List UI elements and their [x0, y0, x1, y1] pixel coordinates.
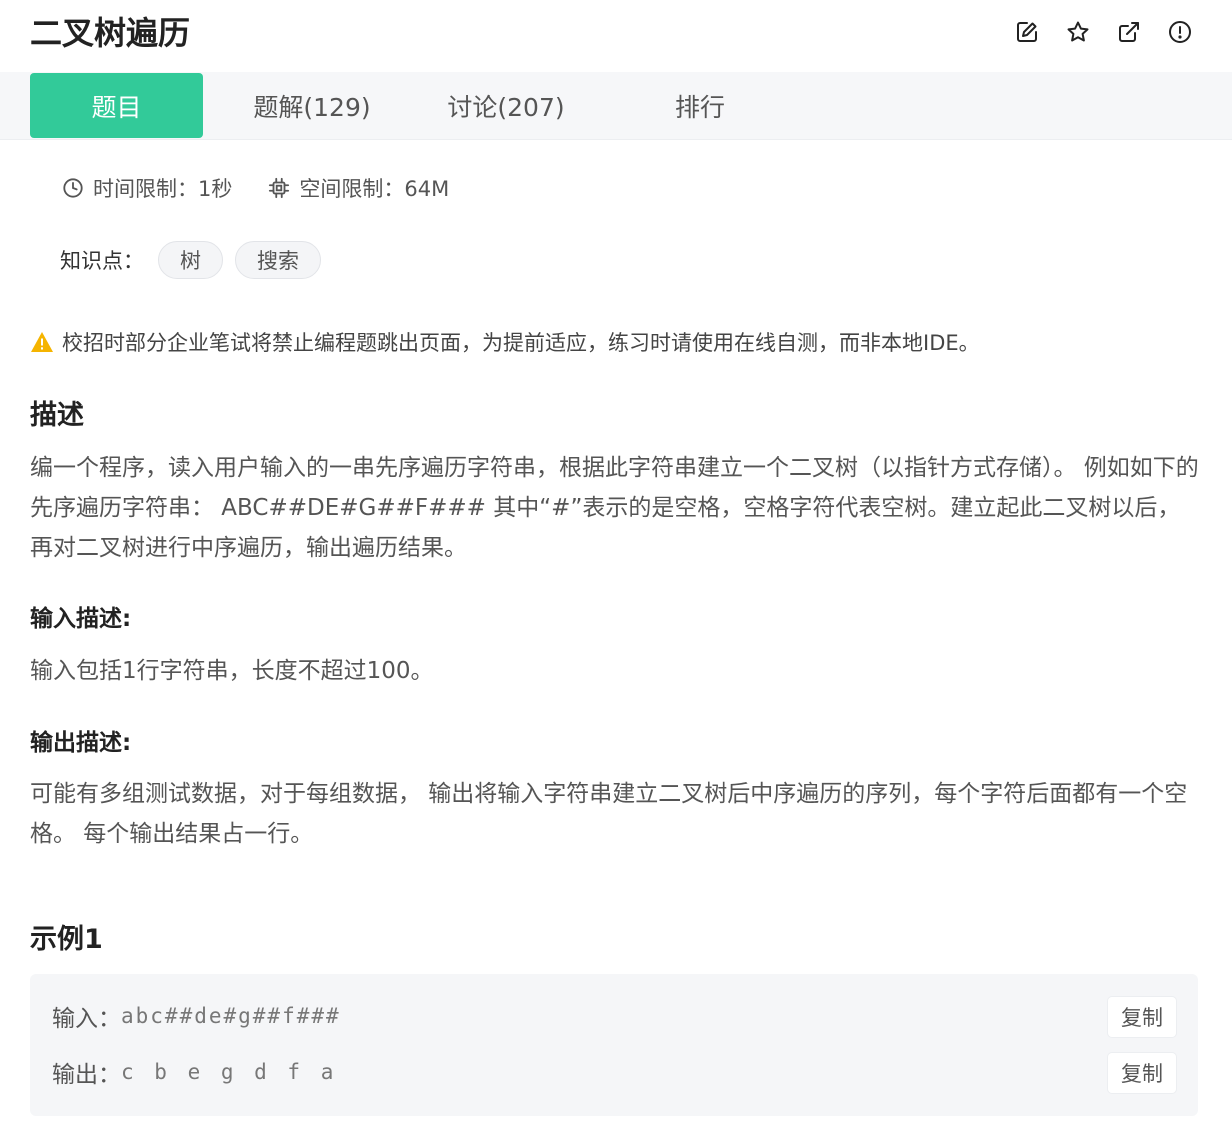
tab-bar: 题目 题解(129) 讨论(207) 排行: [0, 72, 1232, 140]
output-desc-title: 输出描述:: [30, 730, 132, 756]
chip-icon: [269, 177, 290, 199]
clock-icon: [63, 178, 83, 198]
warning-icon: [31, 332, 53, 352]
time-limit-text: 时间限制：1秒: [93, 177, 233, 201]
time-limit: 时间限制：1秒: [62, 173, 232, 203]
knowledge-points: 知识点： 树 搜索: [60, 240, 333, 280]
external-link-icon[interactable]: [1117, 18, 1141, 46]
tab-problem[interactable]: 题目: [30, 73, 203, 138]
example-output-label: 输出：: [52, 1062, 121, 1088]
header: 二叉树遍历: [0, 0, 1232, 72]
example-input-label: 输入：: [52, 1006, 121, 1032]
description-text: 编一个程序，读入用户输入的一串先序遍历字符串，根据此字符串建立一个二叉树（以指针…: [30, 455, 1199, 561]
example-title: 示例1: [30, 924, 103, 955]
input-desc-title: 输入描述:: [30, 606, 132, 632]
example-output-row: 输出： c b e g d f a: [52, 1052, 337, 1092]
edit-icon[interactable]: [1015, 18, 1039, 46]
limits-row: 时间限制：1秒 空间限制：64M: [62, 172, 449, 204]
tab-discussion[interactable]: 讨论(207): [428, 73, 584, 138]
tab-solutions[interactable]: 题解(129): [232, 73, 392, 138]
warning-notice: 校招时部分企业笔试将禁止编程题跳出页面，为提前适应，练习时请使用在线自测，而非本…: [30, 326, 980, 358]
header-actions: [1015, 18, 1192, 46]
tab-ranking[interactable]: 排行: [650, 73, 750, 138]
example-box: 输入： abc##de#g##f### 复制 输出： c b e g d f a…: [30, 974, 1198, 1116]
space-limit: 空间限制：64M: [268, 173, 449, 203]
report-icon[interactable]: [1168, 18, 1192, 46]
example-output-value: c b e g d f a: [121, 1060, 338, 1084]
warning-text: 校招时部分企业笔试将禁止编程题跳出页面，为提前适应，练习时请使用在线自测，而非本…: [62, 331, 980, 355]
output-desc-text: 可能有多组测试数据，对于每组数据， 输出将输入字符串建立二叉树后中序遍历的序列，…: [30, 781, 1188, 847]
example-input-row: 输入： abc##de#g##f###: [52, 996, 341, 1036]
copy-output-button[interactable]: 复制: [1108, 1053, 1176, 1093]
space-limit-text: 空间限制：64M: [299, 177, 450, 201]
tag-tree[interactable]: 树: [158, 241, 223, 279]
example-input-value: abc##de#g##f###: [121, 1004, 341, 1028]
tag-search[interactable]: 搜索: [235, 241, 321, 279]
knowledge-label: 知识点：: [60, 249, 144, 273]
star-icon[interactable]: [1066, 18, 1090, 46]
description-title: 描述: [30, 400, 84, 431]
copy-input-button[interactable]: 复制: [1108, 997, 1176, 1037]
page-title: 二叉树遍历: [30, 14, 191, 52]
input-desc-text: 输入包括1行字符串，长度不超过100。: [30, 658, 434, 684]
